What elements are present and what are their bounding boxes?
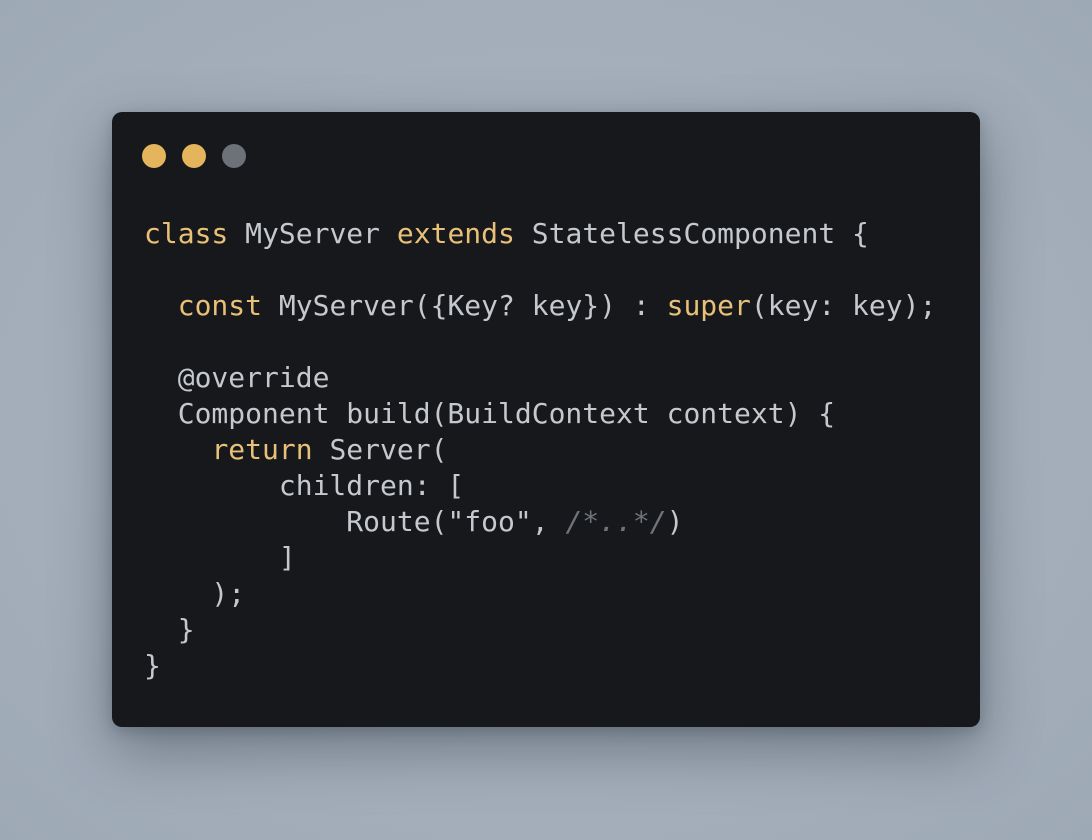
close-dot[interactable]	[142, 144, 166, 168]
code-line: }	[144, 648, 936, 684]
code-text: StatelessComponent {	[514, 217, 869, 250]
code-text: MyServer	[228, 217, 397, 250]
code-text: ]	[144, 541, 296, 574]
code-block: class MyServer extends StatelessComponen…	[144, 216, 936, 684]
code-text: MyServer({Key? key}) :	[262, 289, 667, 322]
code-keyword: return	[211, 433, 313, 466]
code-text: children: [	[144, 469, 465, 502]
code-line: return Server(	[144, 432, 936, 468]
code-text: Route("foo",	[144, 505, 566, 538]
maximize-dot[interactable]	[222, 144, 246, 168]
code-line: children: [	[144, 468, 936, 504]
code-text: Component build(BuildContext context) {	[144, 397, 836, 430]
code-keyword: super	[666, 289, 751, 322]
code-keyword: class	[144, 217, 229, 250]
code-line: const MyServer({Key? key}) : super(key: …	[144, 288, 937, 324]
code-text: (key: key);	[750, 289, 937, 322]
code-text: @override	[144, 361, 330, 394]
minimize-dot[interactable]	[182, 144, 206, 168]
code-line: class MyServer extends StatelessComponen…	[144, 216, 936, 252]
code-window: class MyServer extends StatelessComponen…	[112, 112, 980, 727]
code-line: ]	[144, 540, 936, 576]
code-line: );	[144, 576, 936, 612]
code-text: );	[144, 577, 246, 610]
code-line: @override	[144, 360, 936, 396]
code-keyword: extends	[396, 217, 515, 250]
code-keyword: const	[177, 289, 263, 322]
code-line: Component build(BuildContext context) {	[144, 396, 936, 432]
window-controls	[142, 144, 246, 168]
code-line: }	[144, 612, 936, 648]
code-text: }	[144, 613, 195, 646]
code-text: )	[666, 505, 684, 538]
code-comment: /*..*/	[565, 505, 667, 538]
code-text: Server(	[312, 433, 448, 466]
code-text: }	[144, 649, 161, 682]
code-line: Route("foo", /*..*/)	[144, 504, 936, 540]
